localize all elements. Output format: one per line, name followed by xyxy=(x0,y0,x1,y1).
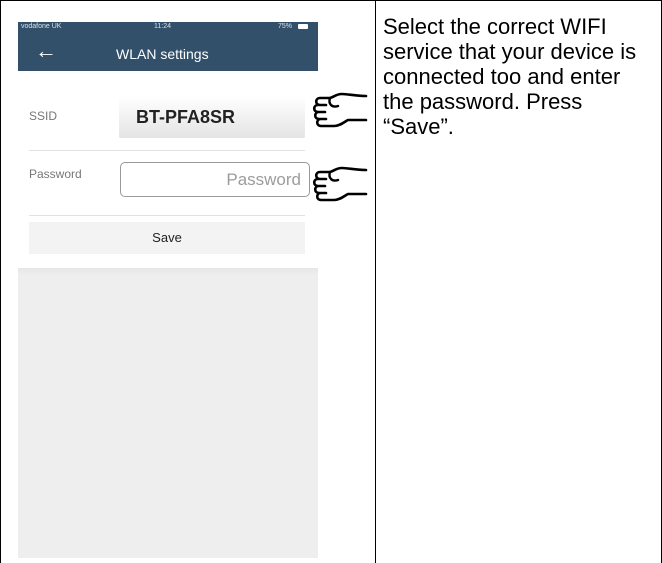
battery-icon xyxy=(298,24,308,29)
instruction-text: Select the correct WIFI service that you… xyxy=(383,14,637,139)
ssid-select[interactable]: BT-PFA8SR ▼ xyxy=(119,96,305,138)
ssid-label: SSID xyxy=(29,109,58,123)
page-title: WLAN settings xyxy=(116,46,209,62)
battery-percent: 75% xyxy=(278,23,293,30)
table-border-top xyxy=(0,0,662,1)
divider xyxy=(29,150,305,151)
table-border-middle xyxy=(375,0,376,563)
table-border-left xyxy=(0,0,1,563)
pointing-hand-icon xyxy=(312,166,368,202)
divider xyxy=(29,215,305,216)
password-input[interactable] xyxy=(120,162,310,197)
carrier-label: vodafone UK xyxy=(21,23,62,30)
save-button[interactable]: Save xyxy=(29,222,305,254)
password-label: Password xyxy=(29,167,82,181)
empty-area xyxy=(18,268,318,558)
app-header: vodafone UK 11:24 75% ← WLAN settings xyxy=(18,22,318,71)
ssid-value: BT-PFA8SR xyxy=(136,107,236,127)
status-bar: vodafone UK 11:24 75% xyxy=(18,22,318,32)
phone-screenshot: vodafone UK 11:24 75% ← WLAN settings SS… xyxy=(18,22,318,558)
back-arrow-icon[interactable]: ← xyxy=(35,40,57,62)
pointing-hand-icon xyxy=(312,92,368,128)
status-time: 11:24 xyxy=(154,23,171,30)
